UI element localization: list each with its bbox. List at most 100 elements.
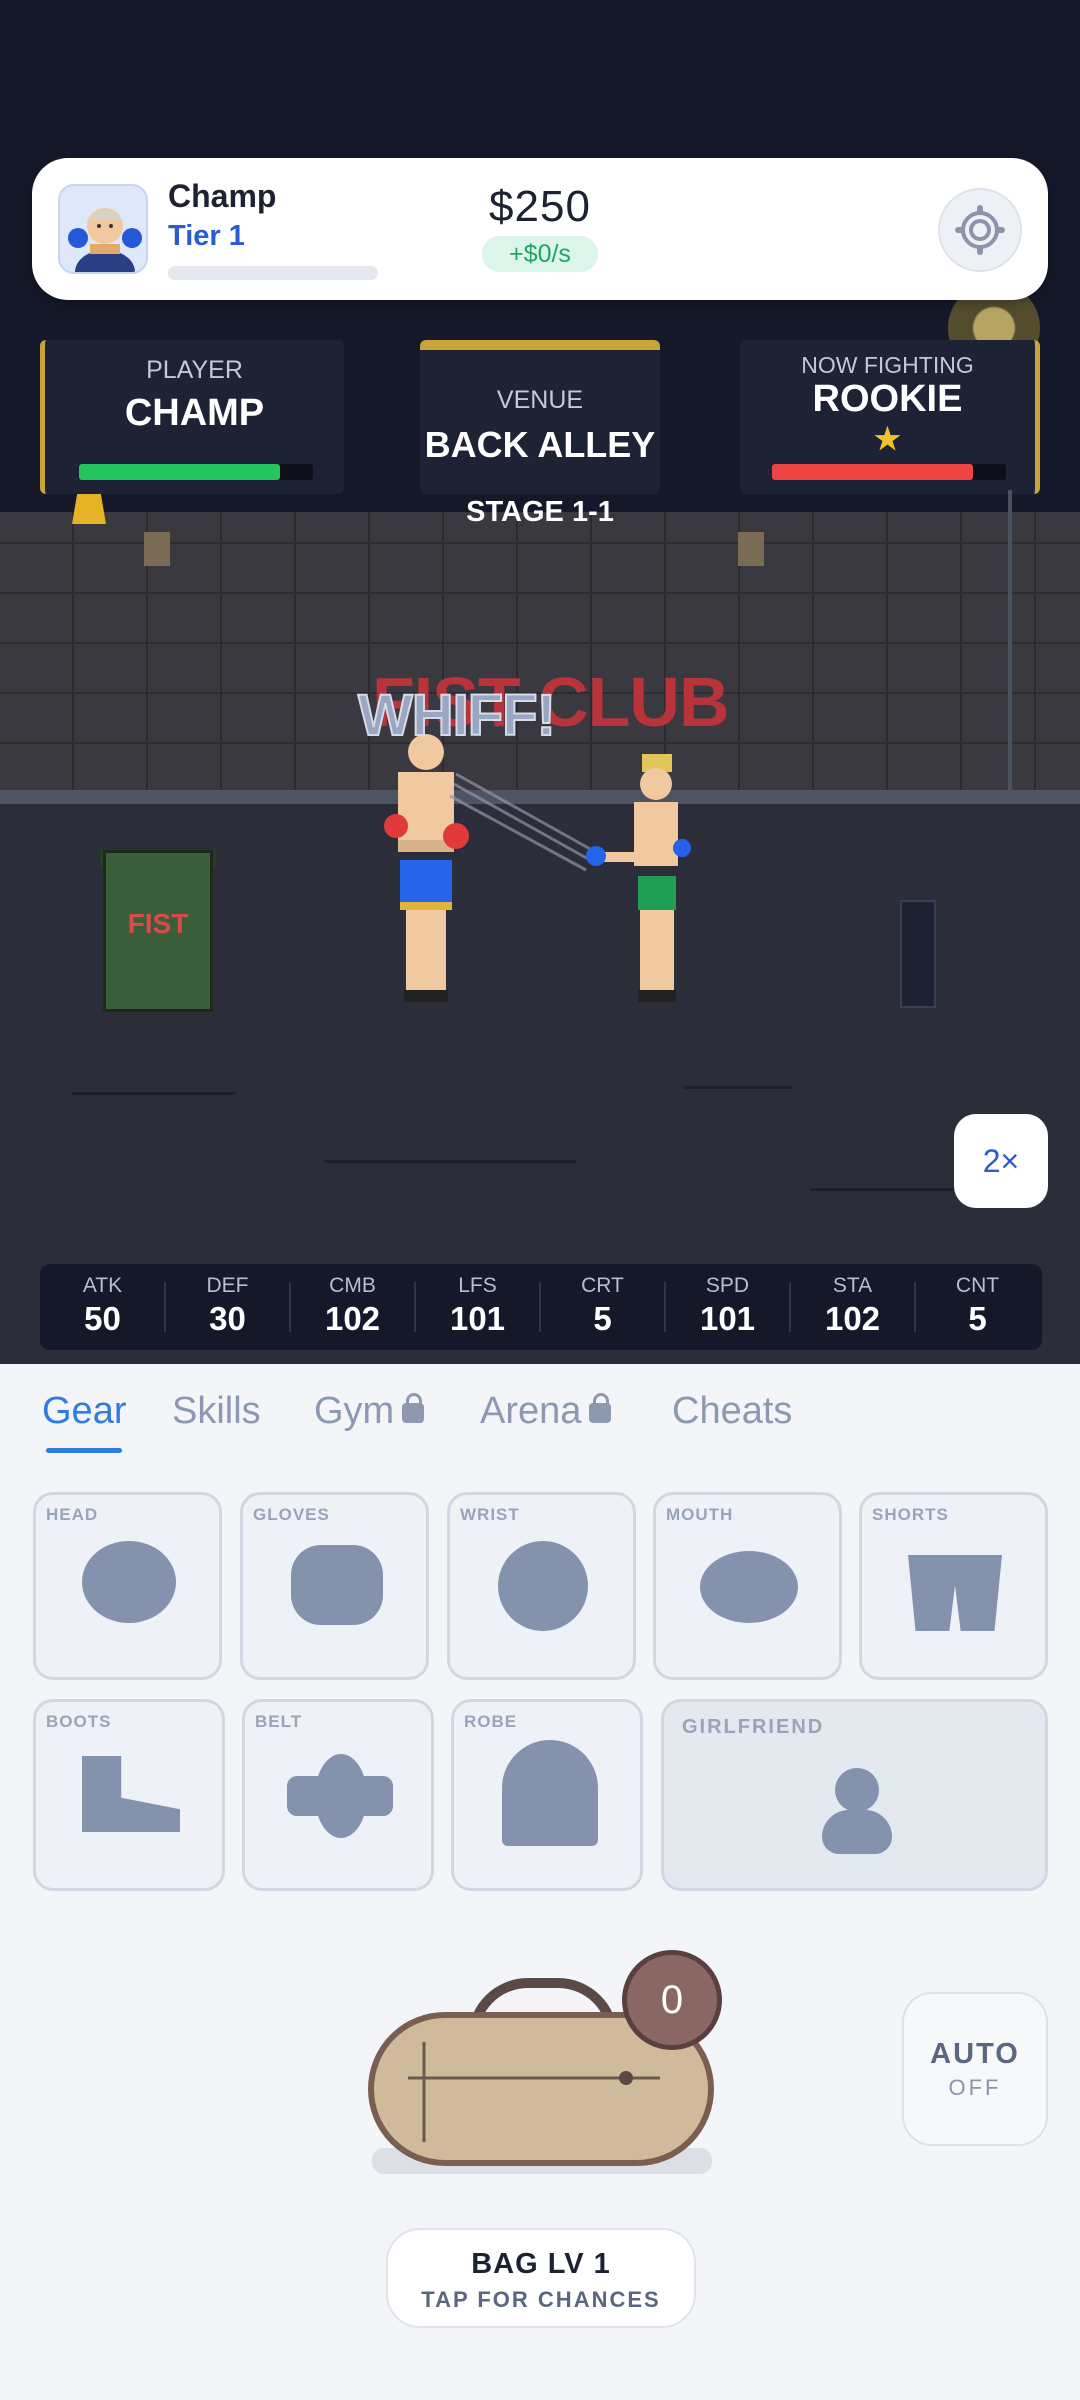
stat-label: DEF	[206, 1274, 249, 1297]
gear-icon	[955, 205, 1005, 255]
bag-count-badge: 0	[622, 1950, 722, 2050]
tab-label: Skills	[172, 1390, 261, 1432]
stats-bar: ATK 50 DEF 30 CMB 102 LFS 101 CRT 5 SPD 101 ST…	[40, 1264, 1042, 1350]
income-rate-badge: +$0/s	[482, 236, 598, 272]
stat-value: 102	[824, 1300, 881, 1337]
stat-value: 102	[324, 1300, 381, 1337]
tab-gym[interactable]: Gym	[314, 1390, 425, 1433]
floor-crack	[684, 1086, 792, 1089]
stat-value: 50	[84, 1300, 121, 1337]
stat-sta: STA 102	[790, 1274, 915, 1338]
whiff-popup: WHIFF!	[357, 682, 557, 749]
slot-label: SHORTS	[872, 1505, 949, 1524]
tab-label: Gear	[42, 1390, 127, 1432]
stage-label: STAGE 1-1	[466, 496, 614, 528]
bag-subtitle: TAP FOR CHANCES	[421, 2287, 661, 2312]
tab-skills[interactable]: Skills	[172, 1390, 261, 1433]
floor-crack	[810, 1188, 960, 1191]
lock-icon	[402, 1392, 425, 1423]
stat-cmb: CMB 102	[290, 1274, 415, 1338]
bag-level-button[interactable]: BAG LV 1 TAP FOR CHANCES	[386, 2228, 696, 2328]
slot-label: WRIST	[460, 1505, 520, 1524]
gear-slot-head[interactable]: HEAD	[33, 1492, 222, 1680]
enemy-panel: NOW FIGHTING ROOKIE ★	[740, 340, 1040, 494]
slot-label: GLOVES	[253, 1505, 330, 1524]
glove-icon	[291, 1545, 383, 1625]
slot-label: MOUTH	[666, 1505, 734, 1524]
enemy-hp-fill	[772, 464, 974, 480]
gear-slot-gloves[interactable]: GLOVES	[240, 1492, 429, 1680]
stat-value: 5	[968, 1300, 987, 1337]
venue-panel: VENUE BACK ALLEY	[420, 340, 660, 494]
boot-icon	[82, 1756, 180, 1832]
tab-label: Gym	[314, 1390, 395, 1432]
stat-def: DEF 30	[165, 1274, 290, 1338]
money-display: $250	[489, 182, 591, 231]
player-panel-label: PLAYER	[146, 356, 243, 384]
stat-spd: SPD 101	[665, 1274, 790, 1338]
stat-label: SPD	[705, 1274, 750, 1297]
stat-value: 5	[593, 1300, 612, 1337]
speed-toggle-button[interactable]: 2×	[954, 1114, 1048, 1208]
stat-value: 101	[449, 1300, 506, 1337]
tab-cheats[interactable]: Cheats	[672, 1390, 792, 1433]
stat-label: CRT	[581, 1274, 624, 1297]
enemy-hp-bar	[772, 464, 1006, 480]
player-hp-bar	[79, 464, 313, 480]
stat-cnt: CNT 5	[915, 1274, 1040, 1338]
tab-label: Arena	[480, 1390, 582, 1432]
player-hp-fill	[79, 464, 281, 480]
settings-button[interactable]	[938, 188, 1022, 272]
auto-toggle-button[interactable]: AUTO OFF	[902, 1992, 1048, 2146]
stat-label: CMB	[329, 1274, 376, 1297]
street-pole	[1008, 490, 1012, 810]
stat-lfs: LFS 101	[415, 1274, 540, 1338]
belt-buckle-icon	[315, 1754, 367, 1838]
robe-icon	[502, 1740, 598, 1846]
gear-slot-boots[interactable]: BOOTS	[33, 1699, 225, 1891]
auto-state: OFF	[948, 2075, 1002, 2100]
venue-panel-name: BACK ALLEY	[424, 424, 656, 465]
bag-level-label: BAG LV 1	[471, 2248, 611, 2280]
helmet-icon	[82, 1541, 176, 1623]
wrist-wrap-icon	[498, 1541, 588, 1631]
slot-label: BOOTS	[46, 1712, 112, 1731]
enemy-panel-name: ROOKIE	[812, 378, 963, 420]
venue-panel-label: VENUE	[496, 386, 584, 414]
floor-crack	[324, 1160, 576, 1163]
slot-label: HEAD	[46, 1505, 99, 1524]
enemy-panel-label: NOW FIGHTING	[801, 352, 974, 378]
stat-value: 30	[209, 1300, 246, 1337]
enemy-fighter	[586, 754, 691, 1002]
slot-label: ROBE	[464, 1712, 518, 1731]
tab-label: Cheats	[672, 1390, 793, 1432]
player-panel: PLAYER CHAMP	[40, 340, 344, 494]
wall-light	[738, 532, 764, 566]
gear-slot-robe[interactable]: ROBE	[451, 1699, 643, 1891]
shorts-icon	[908, 1555, 1002, 1631]
gear-slot-shorts[interactable]: SHORTS	[859, 1492, 1048, 1680]
stat-value: 101	[699, 1300, 756, 1337]
auto-label: AUTO	[930, 2038, 1020, 2070]
stat-label: ATK	[82, 1274, 123, 1297]
fight-scene[interactable]	[370, 720, 700, 1010]
hydrant	[900, 900, 936, 1008]
gear-slot-girlfriend[interactable]: GIRLFRIEND	[661, 1699, 1048, 1891]
xp-progress-bar	[168, 266, 378, 280]
gear-slot-mouth[interactable]: MOUTH	[653, 1492, 842, 1680]
mouthguard-icon	[700, 1551, 798, 1623]
stat-label: CNT	[955, 1274, 1000, 1297]
player-panel-name: CHAMP	[124, 392, 265, 434]
tab-gear[interactable]: Gear	[42, 1390, 126, 1433]
stat-label: STA	[832, 1274, 873, 1297]
floor-crack	[72, 1092, 236, 1095]
gear-slot-belt[interactable]: BELT	[242, 1699, 434, 1891]
stat-atk: ATK 50	[40, 1274, 165, 1338]
active-tab-indicator	[46, 1448, 122, 1453]
tab-arena[interactable]: Arena	[480, 1390, 612, 1433]
slot-label: BELT	[255, 1712, 303, 1731]
person-body-icon	[822, 1810, 892, 1854]
header-card: Champ Tier 1 $250 +$0/s	[32, 158, 1048, 300]
gear-slot-wrist[interactable]: WRIST	[447, 1492, 636, 1680]
person-icon	[835, 1768, 879, 1812]
